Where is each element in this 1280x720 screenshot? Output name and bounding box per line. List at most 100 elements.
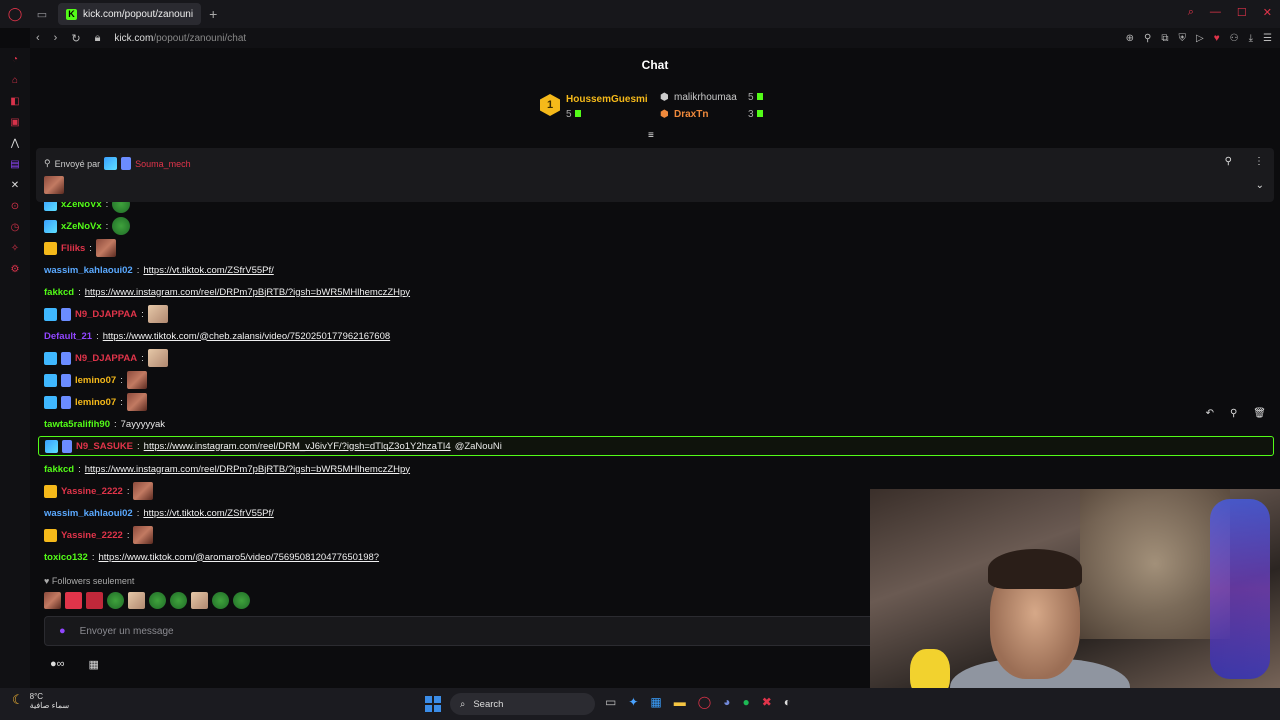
emote-icon[interactable] xyxy=(149,592,166,609)
search-tabs-icon[interactable]: ⌕ xyxy=(1188,6,1194,19)
menu-icon[interactable]: ☰ xyxy=(1263,33,1272,44)
gift-leaderboard: 1 HoussemGuesmi 5 ⬢ malikrhoumaa 5 ⬢ Dra… xyxy=(540,92,800,132)
message-input[interactable]: ● Envoyer un message xyxy=(44,616,874,646)
zoom-icon[interactable]: ⊕ xyxy=(1126,33,1134,44)
more-options-icon[interactable]: ⋮ xyxy=(1254,156,1264,167)
tab-manager-icon[interactable]: ▭ xyxy=(30,8,54,21)
sidebar-extensions-icon[interactable]: ✧ xyxy=(11,243,19,254)
microphone-icon[interactable]: ● xyxy=(59,625,66,637)
emote-icon[interactable] xyxy=(191,592,208,609)
chat-message[interactable]: tawta5ralifih90:7ayyyyyak xyxy=(44,414,165,434)
leader-2-name[interactable]: malikrhoumaa xyxy=(674,92,737,103)
opera-app-icon[interactable]: ◯ xyxy=(698,695,711,709)
sidebar-whatsapp-icon[interactable]: ▣ xyxy=(10,117,19,128)
sidebar-history-icon[interactable]: ◷ xyxy=(11,222,20,233)
sidebar-x-icon[interactable]: ✕ xyxy=(11,180,19,191)
message-link[interactable]: https://www.instagram.com/reel/DRPm7pBjR… xyxy=(85,464,410,475)
windows-start-icon[interactable] xyxy=(425,696,441,712)
reload-button[interactable]: ↻ xyxy=(71,32,80,45)
message-link[interactable]: https://vt.tiktok.com/ZSfrV55Pf/ xyxy=(143,265,273,276)
taskbar-search[interactable]: ⌕ Search xyxy=(450,693,595,715)
chat-message[interactable]: Default_21: https://www.tiktok.com/@cheb.… xyxy=(44,326,390,346)
message-link[interactable]: https://www.instagram.com/reel/DRPm7pBjR… xyxy=(85,287,410,298)
steam-icon[interactable]: ◐ xyxy=(784,695,791,709)
url-field[interactable]: kick.com/popout/zanouni/chat xyxy=(114,33,246,44)
leader-1-name[interactable]: HoussemGuesmi xyxy=(566,94,648,105)
chat-message[interactable]: wassim_kahlaoui02: https://vt.tiktok.com/… xyxy=(44,260,274,280)
chat-message[interactable]: N9_DJAPPAA: xyxy=(44,348,168,368)
minimize-button[interactable]: — xyxy=(1210,6,1221,19)
chat-message[interactable]: Fliiks: xyxy=(44,238,116,258)
collapse-leaderboard-icon[interactable]: ≡ xyxy=(648,130,654,141)
unpin-icon[interactable]: ⚲ xyxy=(1225,156,1232,167)
chat-message[interactable]: xZeNoVx: xyxy=(44,202,131,214)
chat-message[interactable]: xZeNoVx: xyxy=(44,216,131,236)
sidebar-twitch-icon[interactable]: ▤ xyxy=(10,159,19,170)
emote-icon xyxy=(44,176,64,194)
pin-icon[interactable]: ⚲ xyxy=(1144,33,1151,44)
reply-icon[interactable]: ↶ xyxy=(1206,408,1214,419)
file-explorer-icon[interactable]: ▬ xyxy=(674,695,686,709)
message-link[interactable]: https://www.instagram.com/reel/DRM_vJ6iv… xyxy=(144,441,451,452)
chat-message[interactable]: Yassine_2222: xyxy=(44,481,154,501)
chat-message[interactable]: wassim_kahlaoui02: https://vt.tiktok.com/… xyxy=(44,503,274,523)
heart-icon[interactable]: ♥ xyxy=(1214,33,1220,44)
message-user: xZeNoVx xyxy=(61,220,102,232)
sidebar-player-icon[interactable]: ⊙ xyxy=(11,201,19,212)
weather-widget[interactable]: ☾ 8°C سماء صافية xyxy=(12,692,69,710)
leader-3-name[interactable]: DraxTn xyxy=(674,109,708,120)
discord-icon[interactable]: ◕ xyxy=(723,695,730,709)
player-icon[interactable]: ▷ xyxy=(1196,33,1204,44)
sub-badge-icon xyxy=(44,395,57,409)
sidebar-kick-icon[interactable]: ⋀ xyxy=(11,138,19,149)
store-app-icon[interactable]: ▦ xyxy=(650,695,661,709)
copilot-icon[interactable]: ✦ xyxy=(628,695,638,709)
chat-message[interactable]: fakkcd: https://www.instagram.com/reel/DR… xyxy=(44,459,410,479)
opera-logo-icon[interactable]: ◯ xyxy=(0,0,30,28)
emote-picker-icon[interactable]: ●∞ xyxy=(50,658,65,671)
sidebar-aria-icon[interactable]: ◔ xyxy=(12,54,18,65)
emote-icon[interactable] xyxy=(65,592,82,609)
chat-message-highlighted[interactable]: N9_SASUKE: https://www.instagram.com/reel… xyxy=(38,436,1274,456)
spotify-icon[interactable]: ● xyxy=(742,695,749,709)
chat-message[interactable]: Yassine_2222: xyxy=(44,525,154,545)
chat-message[interactable]: N9_DJAPPAA: xyxy=(44,304,168,324)
sidebar-messenger-icon[interactable]: ◧ xyxy=(10,96,19,107)
vpn-icon[interactable]: ⛨ xyxy=(1179,33,1187,44)
chat-message[interactable]: lemino07: xyxy=(44,370,147,390)
emote-icon[interactable] xyxy=(107,592,124,609)
sidebar-settings-icon[interactable]: ⚙ xyxy=(11,264,20,275)
chat-message[interactable]: lemino07: xyxy=(44,392,147,412)
back-button[interactable]: ‹ xyxy=(36,32,40,45)
emote-icon[interactable] xyxy=(233,592,250,609)
chat-message[interactable]: fakkcd: https://www.instagram.com/reel/DR… xyxy=(44,282,410,302)
profile-icon[interactable]: ⚇ xyxy=(1230,33,1239,44)
emote-icon[interactable] xyxy=(170,592,187,609)
url-path: /popout/zanouni/chat xyxy=(153,32,247,44)
valorant-icon[interactable]: ✖ xyxy=(762,695,772,709)
new-tab-button[interactable]: + xyxy=(209,6,217,22)
pinned-user[interactable]: Souma_mech xyxy=(135,159,191,169)
og-badge-icon xyxy=(61,373,71,387)
store-icon[interactable]: ▦ xyxy=(89,658,99,671)
emote-icon[interactable] xyxy=(128,592,145,609)
message-user: fakkcd xyxy=(44,286,75,298)
emote-icon[interactable] xyxy=(212,592,229,609)
sidebar-crypto-icon[interactable]: ⌂ xyxy=(12,75,18,86)
task-view-icon[interactable]: ▭ xyxy=(605,695,616,709)
close-window-button[interactable]: ✕ xyxy=(1263,6,1272,19)
browser-tab[interactable]: K kick.com/popout/zanouni xyxy=(58,3,202,25)
chat-message[interactable]: toxico132: https://www.tiktok.com/@aromar… xyxy=(44,547,379,567)
maximize-button[interactable]: ☐ xyxy=(1237,6,1247,19)
snapshot-icon[interactable]: ⧉ xyxy=(1161,33,1168,44)
forward-button[interactable]: › xyxy=(54,32,58,45)
message-link[interactable]: https://vt.tiktok.com/ZSfrV55Pf/ xyxy=(143,508,273,519)
delete-icon[interactable]: 🗑︎ xyxy=(1253,408,1266,419)
emote-icon[interactable] xyxy=(86,592,103,609)
message-link[interactable]: https://www.tiktok.com/@aromaro5/video/7… xyxy=(98,552,379,563)
pin-message-icon[interactable]: ⚲ xyxy=(1230,408,1237,419)
emote-icon[interactable] xyxy=(44,592,61,609)
chevron-down-icon[interactable]: ⌄ xyxy=(1256,180,1264,191)
message-link[interactable]: https://www.tiktok.com/@cheb.zalansi/vid… xyxy=(103,331,390,342)
download-icon[interactable]: ⤓ xyxy=(1249,33,1253,44)
